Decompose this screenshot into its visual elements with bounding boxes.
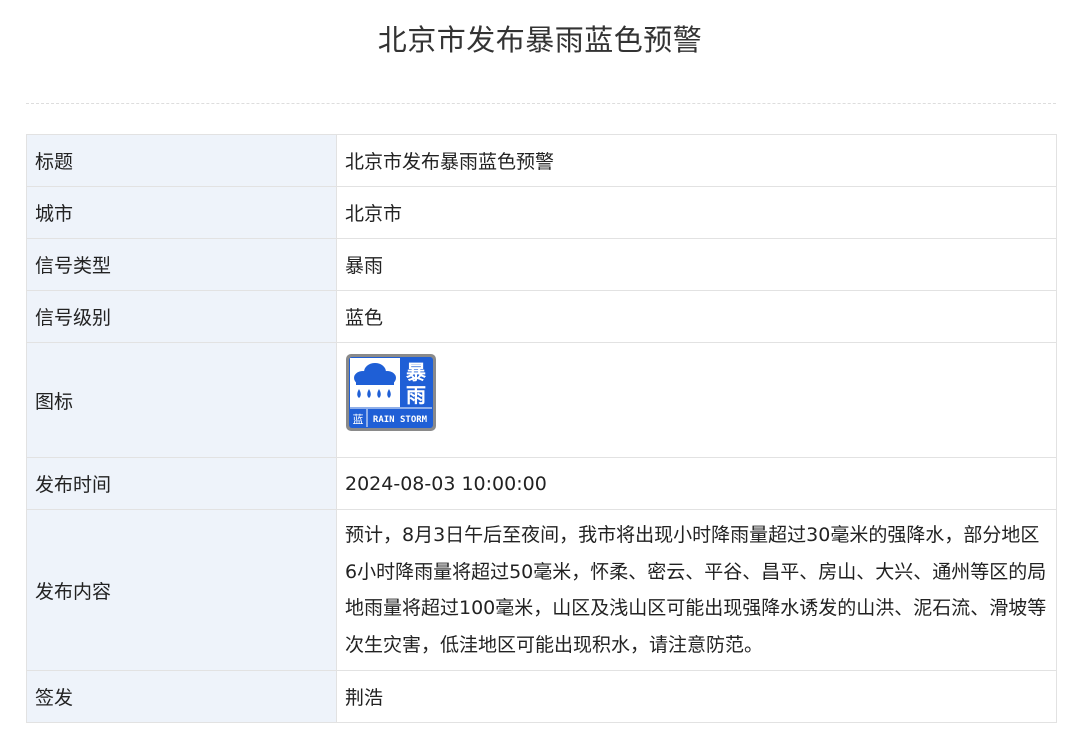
table-row: 发布内容 预计，8月3日午后至夜间，我市将出现小时降雨量超过30毫米的强降水，部… — [26, 509, 1057, 671]
table-row: 信号级别 蓝色 — [26, 290, 1057, 343]
row-value-icon: 暴 雨 蓝 RAIN STORM — [336, 342, 1057, 458]
row-value-content: 预计，8月3日午后至夜间，我市将出现小时降雨量超过30毫米的强降水，部分地区6小… — [336, 509, 1057, 671]
row-value-publish-time: 2024-08-03 10:00:00 — [336, 457, 1057, 510]
icon-english-label: RAIN STORM — [373, 415, 428, 425]
icon-level-char: 蓝 — [353, 413, 364, 426]
row-label-city: 城市 — [26, 186, 337, 239]
row-value-signal-level: 蓝色 — [336, 290, 1057, 343]
row-value-signal-type: 暴雨 — [336, 238, 1057, 291]
table-row: 标题 北京市发布暴雨蓝色预警 — [26, 134, 1057, 187]
row-label-title: 标题 — [26, 134, 337, 187]
row-value-title: 北京市发布暴雨蓝色预警 — [336, 134, 1057, 187]
row-value-issuer: 荆浩 — [336, 670, 1057, 723]
table-row: 城市 北京市 — [26, 186, 1057, 239]
row-label-publish-time: 发布时间 — [26, 457, 337, 510]
rainstorm-blue-warning-icon: 暴 雨 蓝 RAIN STORM — [346, 353, 436, 431]
row-label-signal-type: 信号类型 — [26, 238, 337, 291]
table-row: 签发 荆浩 — [26, 670, 1057, 723]
row-label-icon: 图标 — [26, 342, 337, 458]
icon-char-top: 暴 — [406, 360, 427, 384]
title-divider — [26, 103, 1056, 104]
table-row: 图标 暴 雨 蓝 RAIN STORM — [26, 342, 1057, 458]
row-label-signal-level: 信号级别 — [26, 290, 337, 343]
warning-info-table: 标题 北京市发布暴雨蓝色预警 城市 北京市 信号类型 暴雨 信号级别 蓝色 图标 — [26, 134, 1057, 723]
icon-char-bottom: 雨 — [406, 383, 426, 407]
table-row: 信号类型 暴雨 — [26, 238, 1057, 291]
table-row: 发布时间 2024-08-03 10:00:00 — [26, 457, 1057, 510]
row-label-issuer: 签发 — [26, 670, 337, 723]
row-label-content: 发布内容 — [26, 509, 337, 671]
row-value-city: 北京市 — [336, 186, 1057, 239]
page-title: 北京市发布暴雨蓝色预警 — [377, 23, 703, 57]
